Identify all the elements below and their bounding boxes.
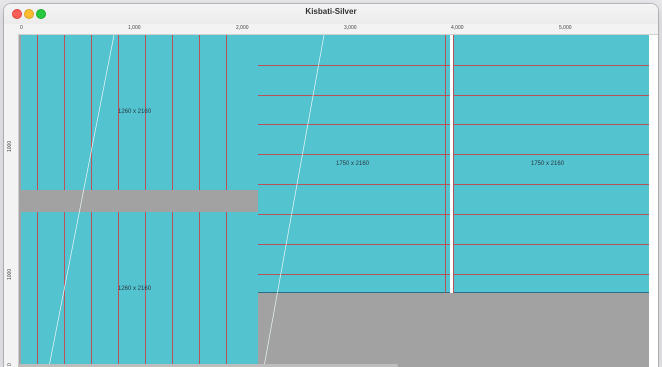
ruler-tick: 5,000 [559,25,572,31]
ruler-tick: 3,000 [344,25,357,31]
guide-line [48,35,115,367]
ruler-tick: 2,000 [236,25,249,31]
window-title: Kisbati-Silver [305,7,357,16]
left-ruler: 1000 1000 0 [4,34,19,367]
app-window: Kisbati-Silver 0 1,000 2,000 3,000 4,000… [4,4,658,367]
ruler-tick: 1000 [7,268,13,280]
ruler-tick: 1,000 [128,25,141,31]
ruler-tick: 4,000 [451,25,464,31]
guide-lines [48,35,325,367]
title-bar[interactable]: Kisbati-Silver [4,4,658,25]
ruler-tick: 0 [7,363,13,366]
ruler-tick: 0 [20,25,23,31]
layout-canvas[interactable]: 1260 x 2160 1260 x 2160 1750 x 2160 1750… [19,35,658,367]
ruler-tick: 1000 [7,140,13,152]
top-ruler: 0 1,000 2,000 3,000 4,000 5,000 [4,24,658,35]
guide-line [263,35,325,367]
